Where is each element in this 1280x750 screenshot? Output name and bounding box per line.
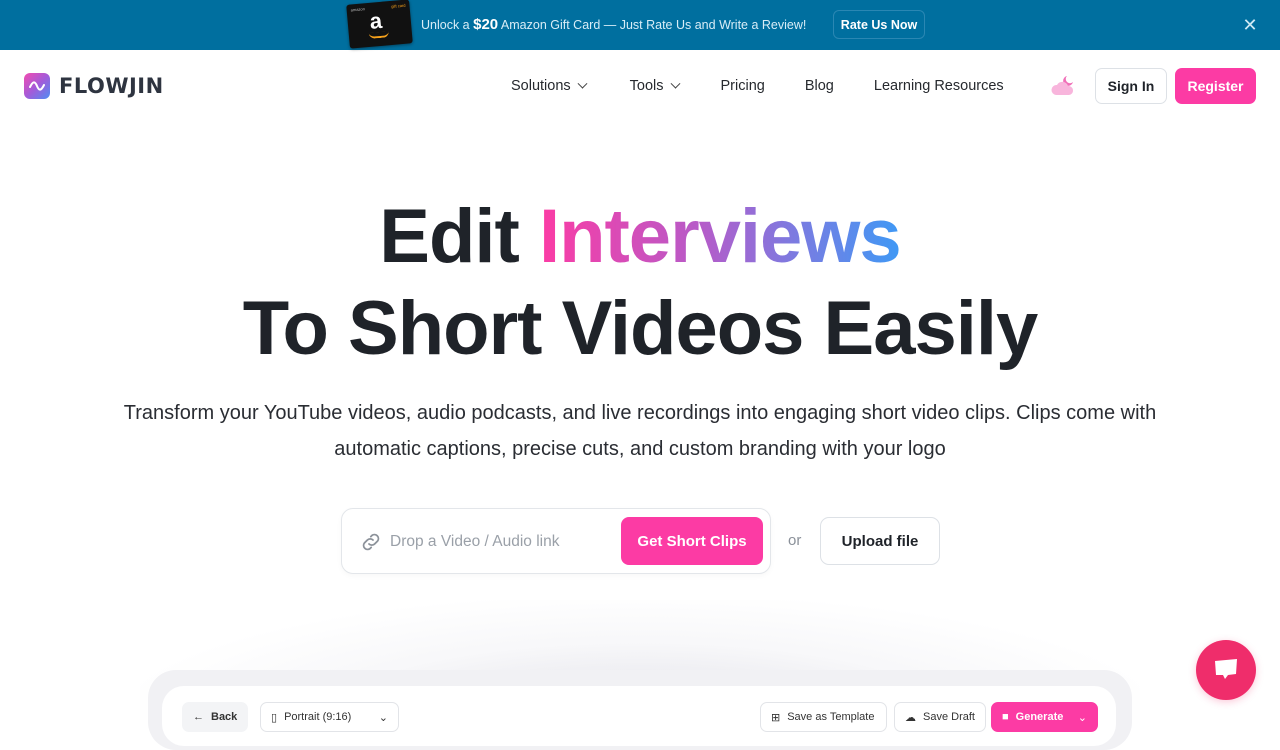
promo-amount: $20	[473, 16, 499, 33]
rate-us-button[interactable]: Rate Us Now	[833, 10, 925, 39]
cloud-moon-icon[interactable]	[1050, 74, 1076, 98]
hero-title-line2: To Short Videos Easily	[242, 286, 1039, 371]
chat-bubble-icon	[1215, 659, 1237, 679]
save-as-template-button[interactable]: ⊞ Save as Template	[760, 702, 887, 732]
gift-card-type: gift card	[391, 2, 406, 9]
back-label: Back	[211, 711, 238, 723]
chevron-down-icon: ⌄	[378, 711, 388, 724]
hero-subtitle: Transform your YouTube videos, audio pod…	[123, 402, 1157, 460]
aspect-label: Portrait (9:16)	[284, 711, 352, 723]
get-short-clips-button[interactable]: Get Short Clips	[621, 517, 763, 565]
site-header: FLOWJIN Solutions Tools Pricing Blog Lea…	[0, 50, 1280, 122]
nav-tools[interactable]: Tools	[629, 78, 680, 94]
close-icon[interactable]: ✕	[1240, 15, 1260, 35]
arrow-left-icon: ←	[193, 711, 204, 723]
nav-learning-resources[interactable]: Learning Resources	[874, 78, 1004, 94]
promo-prefix: Unlock a	[421, 18, 474, 32]
amazon-gift-card-image: amazon gift card a	[346, 0, 413, 49]
aspect-ratio-select[interactable]: ▯ Portrait (9:16) ⌄	[260, 702, 399, 732]
nav-label: Learning Resources	[873, 78, 1004, 94]
nav-pricing[interactable]: Pricing	[721, 78, 765, 94]
hero-title-plain: Edit	[379, 194, 539, 279]
promo-text: Unlock a $20 Amazon Gift Card — Just Rat…	[421, 16, 806, 33]
back-button[interactable]: ← Back	[182, 702, 248, 732]
nav-label: Solutions	[511, 78, 571, 94]
logo[interactable]: FLOWJIN	[24, 73, 164, 99]
hero-title: Edit Interviews	[0, 194, 1280, 280]
generate-button[interactable]: ■ Generate ⌄	[991, 702, 1098, 732]
main-nav: Solutions Tools Pricing Blog Learning Re…	[511, 78, 1004, 94]
nav-blog[interactable]: Blog	[805, 78, 834, 94]
save-draft-button[interactable]: ☁ Save Draft	[894, 702, 986, 732]
chevron-down-icon: ⌄	[1077, 711, 1087, 724]
chevron-down-icon	[670, 78, 680, 89]
chevron-down-icon	[577, 78, 588, 89]
template-icon: ⊞	[771, 711, 781, 724]
nav-label: Tools	[629, 78, 664, 94]
nav-label: Pricing	[720, 78, 765, 94]
cloud-upload-icon: ☁	[905, 711, 916, 724]
logo-text: FLOWJIN	[59, 74, 164, 98]
link-icon	[359, 530, 383, 554]
register-button[interactable]: Register	[1175, 68, 1256, 104]
nav-label: Blog	[804, 78, 834, 94]
save-draft-label: Save Draft	[923, 711, 975, 723]
url-input-group: Get Short Clips	[341, 508, 771, 574]
video-camera-icon: ■	[1002, 711, 1009, 723]
save-template-label: Save as Template	[787, 711, 875, 723]
chat-widget-button[interactable]	[1196, 640, 1256, 700]
amazon-smile-icon	[368, 31, 390, 39]
generate-label: Generate	[1015, 711, 1064, 723]
or-separator: or	[788, 532, 802, 549]
promo-banner: amazon gift card a Unlock a $20 Amazon G…	[0, 0, 1280, 50]
hero-title-highlight: Interviews	[538, 194, 902, 279]
sign-in-button[interactable]: Sign In	[1095, 68, 1167, 104]
upload-file-button[interactable]: Upload file	[820, 517, 940, 565]
nav-solutions[interactable]: Solutions	[511, 78, 588, 94]
promo-suffix: Amazon Gift Card — Just Rate Us and Writ…	[498, 18, 807, 32]
amazon-logo-letter: a	[368, 7, 384, 34]
phone-icon: ▯	[271, 711, 278, 724]
video-link-input[interactable]	[390, 529, 610, 555]
gift-card-brand: amazon	[350, 6, 366, 13]
logo-wave-icon	[24, 73, 50, 99]
